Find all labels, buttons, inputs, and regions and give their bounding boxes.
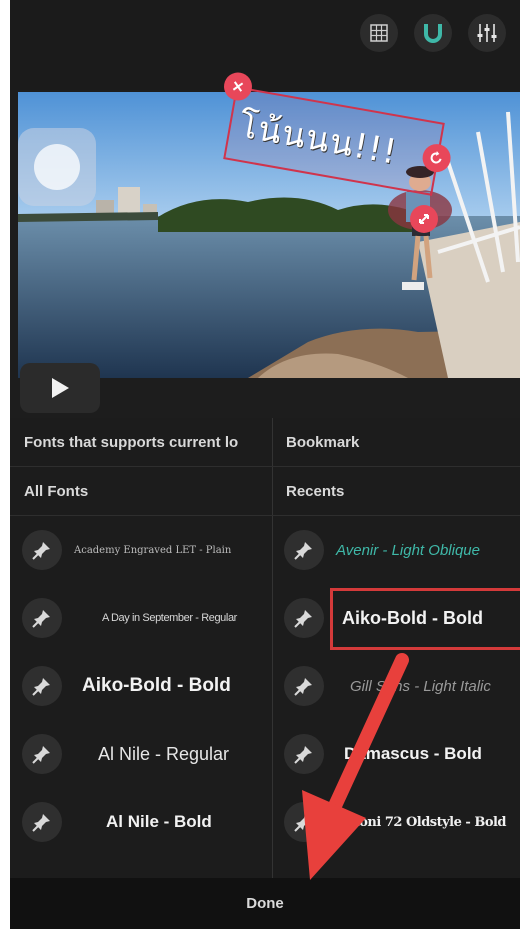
font-name: Avenir - Light Oblique <box>336 541 480 559</box>
tab-bookmark[interactable]: Bookmark <box>272 418 520 467</box>
bookmark-pin-icon[interactable] <box>22 802 62 842</box>
sliders-icon[interactable] <box>468 14 506 52</box>
font-row[interactable]: Academy Engraved LET - Plain <box>10 516 272 584</box>
app-screen: โน้นนน!!! Fonts that supports current lo… <box>10 0 520 929</box>
bookmark-pin-icon[interactable] <box>284 598 324 638</box>
assistive-dot-icon <box>34 144 80 190</box>
font-row[interactable]: Avenir - Light Oblique <box>272 516 520 584</box>
magnet-icon[interactable] <box>414 14 452 52</box>
resize-handle-icon[interactable] <box>410 205 438 233</box>
bookmark-pin-icon[interactable] <box>284 802 324 842</box>
bookmark-pin-icon[interactable] <box>22 666 62 706</box>
top-toolbar <box>10 0 520 90</box>
font-row[interactable]: Al Nile - Bold <box>10 788 272 856</box>
bookmark-pin-icon[interactable] <box>284 530 324 570</box>
font-row[interactable]: Damascus - Bold <box>272 720 520 788</box>
all-fonts-column: Fonts that supports current lo All Fonts… <box>10 418 272 878</box>
font-name: Damascus - Bold <box>344 744 482 763</box>
grid-icon[interactable] <box>360 14 398 52</box>
done-button[interactable]: Done <box>246 895 284 912</box>
font-name: A Day in September - Regular <box>102 612 237 624</box>
font-row[interactable]: Bodoni 72 Oldstyle - Bold <box>272 788 520 856</box>
bookmark-pin-icon[interactable] <box>284 734 324 774</box>
bookmark-pin-icon[interactable] <box>22 598 62 638</box>
font-name: Al Nile - Regular <box>98 743 230 764</box>
bookmark-pin-icon[interactable] <box>284 666 324 706</box>
font-name: Academy Engraved LET - Plain <box>74 544 232 556</box>
font-row[interactable]: Aiko-Bold - Bold <box>10 652 272 720</box>
font-name: Gill Sans - Light Italic <box>350 677 491 695</box>
all-fonts-header: All Fonts <box>10 467 272 516</box>
bookmark-pin-icon[interactable] <box>22 734 62 774</box>
font-row[interactable]: Al Nile - Regular <box>10 720 272 788</box>
font-name: Al Nile - Bold <box>106 812 212 831</box>
bottom-bar: Done <box>10 878 520 929</box>
font-name: Bodoni 72 Oldstyle - Bold <box>332 814 507 830</box>
font-row[interactable]: Gill Sans - Light Italic <box>272 652 520 720</box>
recents-header: Recents <box>272 467 520 516</box>
floating-assistive-button[interactable] <box>18 128 96 206</box>
font-name: Aiko-Bold - Bold <box>82 675 231 696</box>
bookmark-pin-icon[interactable] <box>22 530 62 570</box>
play-icon <box>52 378 69 398</box>
tab-supported-fonts[interactable]: Fonts that supports current lo <box>10 418 272 467</box>
font-row[interactable]: A Day in September - Regular <box>10 584 272 652</box>
play-button[interactable] <box>20 363 100 413</box>
highlight-box <box>330 588 520 650</box>
